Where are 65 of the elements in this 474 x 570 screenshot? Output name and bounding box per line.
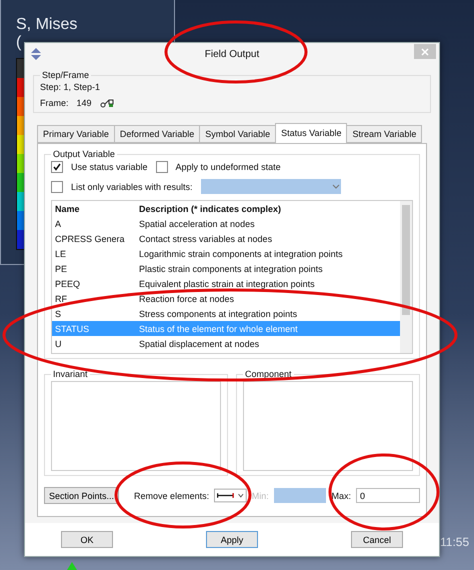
name-cell-text: CPRESS Genera (55, 234, 126, 244)
name-cell-text: A (55, 218, 62, 228)
frame-selector-icon[interactable] (100, 98, 114, 108)
close-icon (421, 48, 429, 56)
table-row[interactable]: LE Logarithmic strain components at integration points (52, 246, 400, 261)
group-label: Invariant (51, 369, 90, 379)
column-header: Name (55, 204, 81, 214)
range-style-dropdown[interactable] (214, 488, 247, 503)
group-label: Component (243, 369, 294, 379)
column-header: Description (* indicates complex) (139, 204, 282, 214)
step-text: Step: 1, Step-1 (40, 82, 100, 92)
checkbox[interactable] (51, 161, 63, 173)
table-row[interactable]: CPRESS Genera Contact stress variables at nodes (52, 231, 400, 246)
app-icon (30, 48, 42, 60)
legend-subtitle: ( (16, 34, 22, 52)
description-cell-text: Status of the element for whole element (139, 324, 299, 334)
description-cell-text: Equivalent plastic strain at integration points (139, 278, 316, 288)
tab[interactable]: Stream Variable (346, 125, 422, 143)
name-cell-text: STATUS (55, 324, 90, 334)
tab[interactable]: Symbol Variable (199, 125, 276, 143)
checkbox[interactable] (51, 180, 63, 192)
section-points-button[interactable]: Section Points... (44, 487, 120, 504)
tab[interactable]: Status Variable (275, 123, 348, 143)
name-cell-text: LE (55, 248, 68, 258)
description-cell-text: Stress components at integration points (139, 308, 298, 318)
description-cell-text: Spatial displacement at nodes (139, 338, 260, 348)
table-row[interactable]: A Spatial acceleration at nodes (52, 216, 400, 231)
checkbox-label: Use status variable (71, 162, 148, 172)
frame-label: Frame: (40, 98, 69, 108)
dialog-button[interactable]: OK (61, 531, 113, 548)
group-label: Step/Frame (40, 70, 92, 80)
legend-title: S, Mises (16, 16, 78, 34)
min-label: Min: (252, 490, 269, 500)
table-row[interactable]: RF Reaction force at nodes (52, 291, 400, 306)
tab[interactable]: Primary Variable (37, 125, 115, 143)
name-cell-text: S (55, 308, 62, 318)
frame-value: 149 (76, 98, 92, 108)
name-cell-text: RF (55, 294, 68, 304)
table-row[interactable]: S Stress components at integration points (52, 306, 400, 321)
description-cell-text: Contact stress variables at nodes (139, 234, 274, 244)
tab[interactable]: Deformed Variable (114, 125, 200, 143)
window-title: Field Output (204, 48, 260, 60)
name-cell-text: PE (55, 264, 68, 274)
table-row[interactable]: PE Plastic strain components at integration points (52, 261, 400, 276)
name-cell-text: PEEQ (55, 278, 82, 288)
dialog-button[interactable]: Cancel (351, 531, 403, 548)
clock-text: 11:55 (440, 535, 470, 549)
table-row[interactable]: PEEQ Equivalent plastic strain at integration points (52, 276, 400, 291)
max-field[interactable]: 0 (356, 488, 420, 503)
checkbox[interactable] (156, 161, 168, 173)
group-label: Output Variable (51, 149, 117, 159)
remove-elements-label: Remove elements: (134, 490, 210, 500)
name-cell-text: U (55, 338, 62, 348)
min-field (274, 488, 326, 503)
dialog-button[interactable]: Apply (206, 531, 258, 548)
description-cell-text: Logarithmic strain components at integration points (139, 248, 344, 258)
description-cell-text: Spatial acceleration at nodes (139, 218, 256, 228)
scrollbar[interactable] (400, 201, 412, 353)
checkmark-icon (53, 163, 61, 171)
checkbox-label: List only variables with results: (71, 182, 193, 192)
table-row[interactable]: U Spatial displacement at nodes (52, 336, 400, 351)
max-label: Max: (331, 490, 351, 500)
description-cell-text: Reaction force at nodes (139, 294, 236, 304)
checkbox-label: Apply to undeformed state (176, 162, 281, 172)
description-cell-text: Plastic strain components at integration points (139, 264, 324, 274)
